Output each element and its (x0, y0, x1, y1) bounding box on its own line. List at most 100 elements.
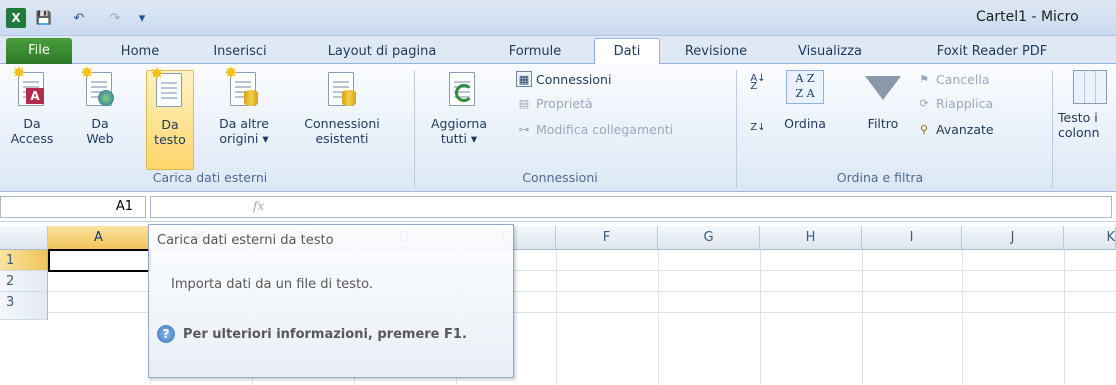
group-separator (414, 70, 415, 188)
connections-icon: ▦ (516, 71, 532, 87)
fx-icon[interactable]: fx (253, 199, 264, 213)
group-separator (1052, 70, 1053, 188)
tab-formule[interactable]: Formule (500, 39, 570, 64)
title-bar: X 💾 ↶ ↷ ▾ Cartel1 - Micro (0, 0, 1116, 36)
ribbon-tabs: File Home Inserisci Layout di pagina For… (0, 36, 1116, 64)
column-header[interactable]: J (962, 226, 1064, 250)
sort-desc-button[interactable]: Z↓ (750, 116, 770, 138)
clear-label: Cancella (936, 71, 990, 87)
tab-visualizza[interactable]: Visualizza (780, 39, 880, 64)
connections-label: Connessioni (536, 71, 612, 87)
tab-home[interactable]: Home (110, 39, 170, 64)
redo-icon[interactable]: ↷ (100, 8, 130, 28)
from-other-sources-label: Da altre origini ▾ (219, 116, 269, 146)
tooltip-body: Importa dati da un file di testo. (171, 277, 374, 292)
filter-label: Filtro (867, 116, 899, 131)
selected-cell-a1[interactable] (48, 249, 151, 272)
existing-connections-label: Connessioni esistenti (304, 116, 380, 146)
tab-layout[interactable]: Layout di pagina (318, 39, 446, 64)
refresh-icon (441, 70, 477, 110)
grid-line (760, 250, 761, 385)
column-header[interactable]: I (862, 226, 962, 250)
clear-filter-icon: ⚑ (919, 72, 929, 86)
group-label-sort-filter: Ordina e filtra (836, 170, 924, 185)
advanced-button[interactable]: ⚲ Avanzate (916, 118, 994, 140)
column-header[interactable]: F (556, 226, 658, 250)
text-to-columns-button[interactable]: Testo i colonn (1058, 70, 1116, 170)
text-file-icon: ✸ (150, 66, 188, 111)
properties-label: Proprietà (536, 95, 593, 111)
edit-links-label: Modifica collegamenti (536, 121, 674, 137)
tooltip: Carica dati esterni da testo Importa dat… (148, 224, 514, 378)
refresh-all-label: Aggiorna tutti ▾ (430, 116, 488, 146)
tab-dati[interactable]: Dati (594, 38, 660, 64)
column-header[interactable]: A (48, 226, 150, 250)
tab-inserisci[interactable]: Inserisci (200, 39, 280, 64)
tab-revisione[interactable]: Revisione (676, 39, 756, 64)
tooltip-help: ? Per ulteriori informazioni, premere F1… (157, 325, 467, 343)
ribbon: ✸ A Da Access ✸ Da Web ✸ Da testo ✸ Da al… (0, 64, 1116, 192)
select-all-corner[interactable] (0, 226, 48, 250)
grid-line (556, 250, 557, 385)
row-header[interactable]: 1 (0, 250, 48, 271)
row-header[interactable]: 3 (0, 292, 48, 320)
text-to-columns-icon (1073, 70, 1107, 104)
sort-asc-icon: A↓ Z (750, 73, 766, 92)
tooltip-title: Carica dati esterni da testo (157, 233, 334, 248)
clear-button[interactable]: ⚑ Cancella (916, 68, 989, 90)
properties-button[interactable]: ▤ Proprietà (516, 92, 593, 114)
sort-asc-button[interactable]: A↓ Z (750, 72, 770, 94)
sort-label: Ordina (784, 116, 826, 131)
existing-connections-button[interactable]: Connessioni esistenti (294, 70, 390, 170)
filter-button[interactable]: Filtro (858, 70, 908, 170)
column-header[interactable]: G (658, 226, 760, 250)
access-icon: ✸ A (12, 65, 50, 110)
reapply-icon: ⟳ (919, 96, 929, 110)
tab-foxit[interactable]: Foxit Reader PDF (924, 39, 1060, 64)
edit-links-button[interactable]: ⊶ Modifica collegamenti (516, 118, 674, 140)
tooltip-help-text: Per ulteriori informazioni, premere F1. (183, 326, 467, 342)
grid-line (658, 250, 659, 385)
row-header[interactable]: 2 (0, 271, 48, 292)
database-icon: ✸ (224, 65, 262, 110)
from-text-button[interactable]: ✸ Da testo (146, 66, 194, 170)
from-text-label: Da testo (154, 117, 186, 147)
sort-az-icon: A ZZ A (786, 70, 824, 104)
web-icon: ✸ (80, 65, 118, 110)
excel-logo-icon[interactable]: X (6, 8, 26, 28)
name-box[interactable]: A1 (0, 196, 146, 218)
column-header[interactable]: H (760, 226, 862, 250)
formula-input[interactable]: fx (150, 196, 1112, 218)
reapply-button[interactable]: ⟳ Riapplica (916, 92, 993, 114)
save-icon[interactable]: 💾 (34, 8, 54, 28)
from-access-button[interactable]: ✸ A Da Access (10, 65, 54, 170)
advanced-label: Avanzate (936, 121, 994, 137)
from-access-label: Da Access (10, 116, 54, 146)
reapply-label: Riapplica (936, 95, 994, 111)
column-header[interactable]: K (1064, 226, 1116, 250)
from-web-button[interactable]: ✸ Da Web (78, 65, 122, 170)
connections-button[interactable]: ▦ Connessioni (516, 68, 611, 90)
grid-line (962, 250, 963, 385)
from-web-label: Da Web (86, 116, 114, 146)
group-label-external: Carica dati esterni (152, 170, 268, 185)
grid-line (1064, 250, 1065, 385)
text-to-columns-label: Testo i colonn (1058, 110, 1100, 140)
advanced-filter-icon: ⚲ (919, 122, 929, 136)
help-icon: ? (157, 325, 175, 343)
grid-line (862, 250, 863, 385)
tab-file[interactable]: File (6, 38, 72, 64)
refresh-all-button[interactable]: Aggiorna tutti ▾ (424, 70, 494, 170)
properties-icon: ▤ (518, 96, 530, 110)
customize-qat-icon[interactable]: ▾ (134, 8, 150, 28)
sort-desc-icon: Z↓ (750, 121, 766, 133)
funnel-icon (865, 76, 901, 100)
sort-button[interactable]: A ZZ A Ordina (776, 70, 834, 170)
existing-connections-icon (324, 70, 360, 110)
links-icon: ⊶ (518, 122, 530, 136)
group-label-connections: Connessioni (522, 170, 598, 185)
from-other-sources-button[interactable]: ✸ Da altre origini ▾ (212, 65, 276, 170)
window-title: Cartel1 - Micro (976, 9, 1079, 25)
undo-icon[interactable]: ↶ (64, 8, 94, 28)
formula-bar: A1 fx (0, 192, 1116, 222)
